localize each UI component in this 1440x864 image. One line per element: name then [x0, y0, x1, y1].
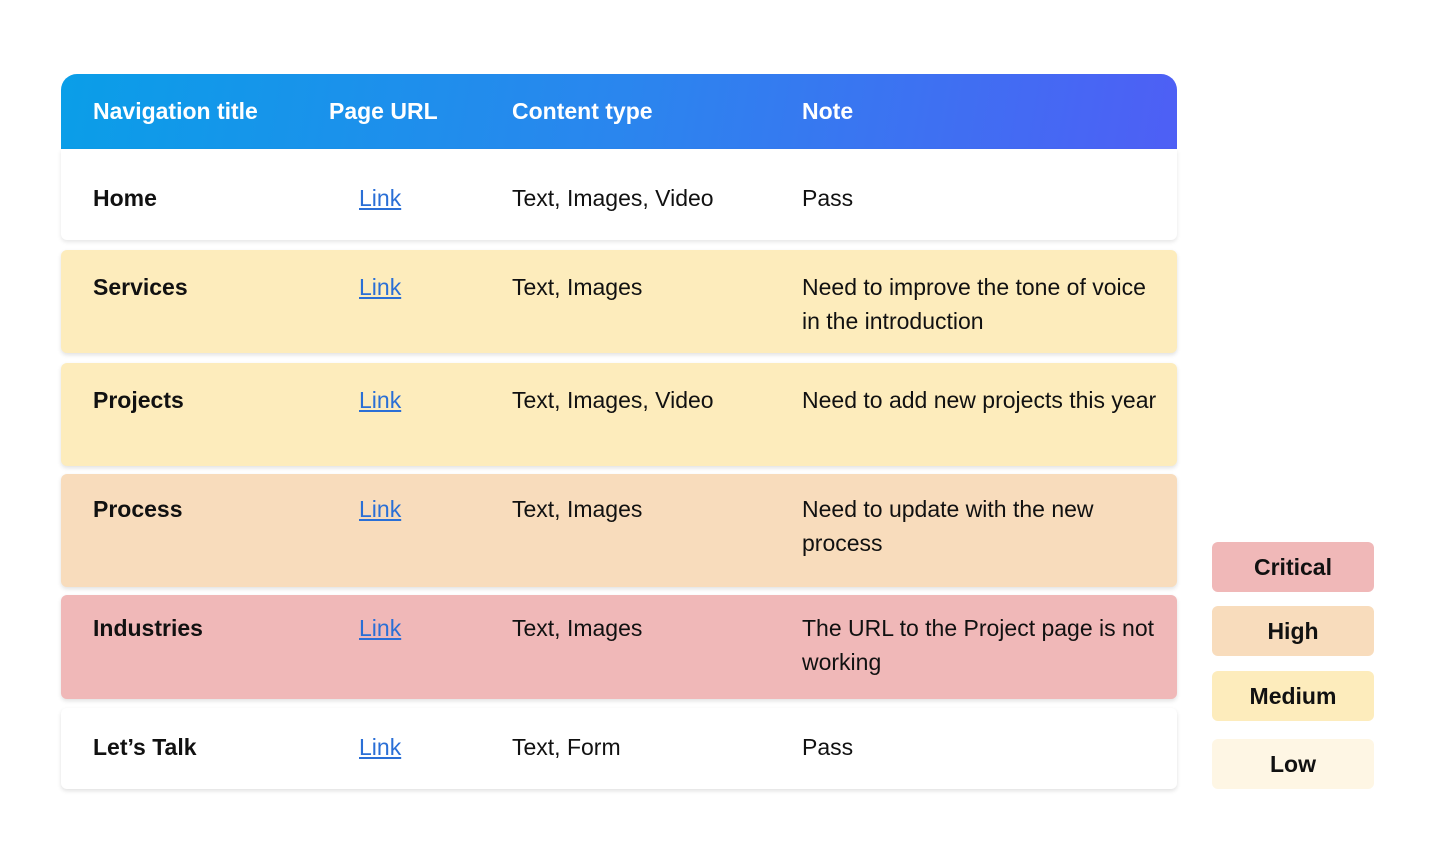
row-content-type: Text, Images [512, 496, 643, 522]
row-note: Pass [802, 734, 854, 760]
page-url-link[interactable]: Link [359, 611, 401, 645]
legend-low: Low [1212, 739, 1374, 789]
table-row: Industries Link Text, Images The URL to the… [61, 595, 1177, 699]
header-page-url: Page URL [329, 98, 438, 124]
table-row: Home Link Text, Images, Video Pass [61, 149, 1177, 240]
row-note: Need to update with the new process [802, 496, 1094, 556]
row-title: Let’s Talk [93, 734, 197, 760]
row-note: Pass [802, 185, 854, 211]
row-note: Need to improve the tone of voice in the… [802, 274, 1146, 334]
row-content-type: Text, Form [512, 734, 621, 760]
navigation-audit-table: Navigation title Page URL Content type N… [61, 74, 1177, 789]
legend-medium: Medium [1212, 671, 1374, 721]
table-header: Navigation title Page URL Content type N… [61, 74, 1177, 149]
table-row: Projects Link Text, Images, Video Need to a… [61, 363, 1177, 466]
row-content-type: Text, Images [512, 615, 643, 641]
table-row: Services Link Text, Images Need to improve … [61, 250, 1177, 353]
legend-critical: Critical [1212, 542, 1374, 592]
row-title: Home [93, 185, 157, 211]
page-url-link[interactable]: Link [359, 492, 401, 526]
page-url-link[interactable]: Link [359, 270, 401, 304]
table-row: Process Link Text, Images Need to update wi… [61, 474, 1177, 587]
header-navigation-title: Navigation title [93, 98, 258, 124]
page-url-link[interactable]: Link [359, 730, 401, 764]
row-content-type: Text, Images, Video [512, 185, 714, 211]
page-url-link[interactable]: Link [359, 181, 401, 215]
row-content-type: Text, Images [512, 274, 643, 300]
page-url-link[interactable]: Link [359, 383, 401, 417]
row-title: Projects [93, 387, 184, 413]
header-note: Note [802, 98, 854, 124]
row-title: Services [93, 274, 188, 300]
row-note: Need to add new projects this year [802, 387, 1157, 413]
row-content-type: Text, Images, Video [512, 387, 714, 413]
legend-high: High [1212, 606, 1374, 656]
row-title: Industries [93, 615, 203, 641]
header-content-type: Content type [512, 98, 653, 124]
table-row: Let’s Talk Link Text, Form Pass [61, 708, 1177, 789]
row-title: Process [93, 496, 183, 522]
row-note: The URL to the Project page is not worki… [802, 615, 1155, 675]
